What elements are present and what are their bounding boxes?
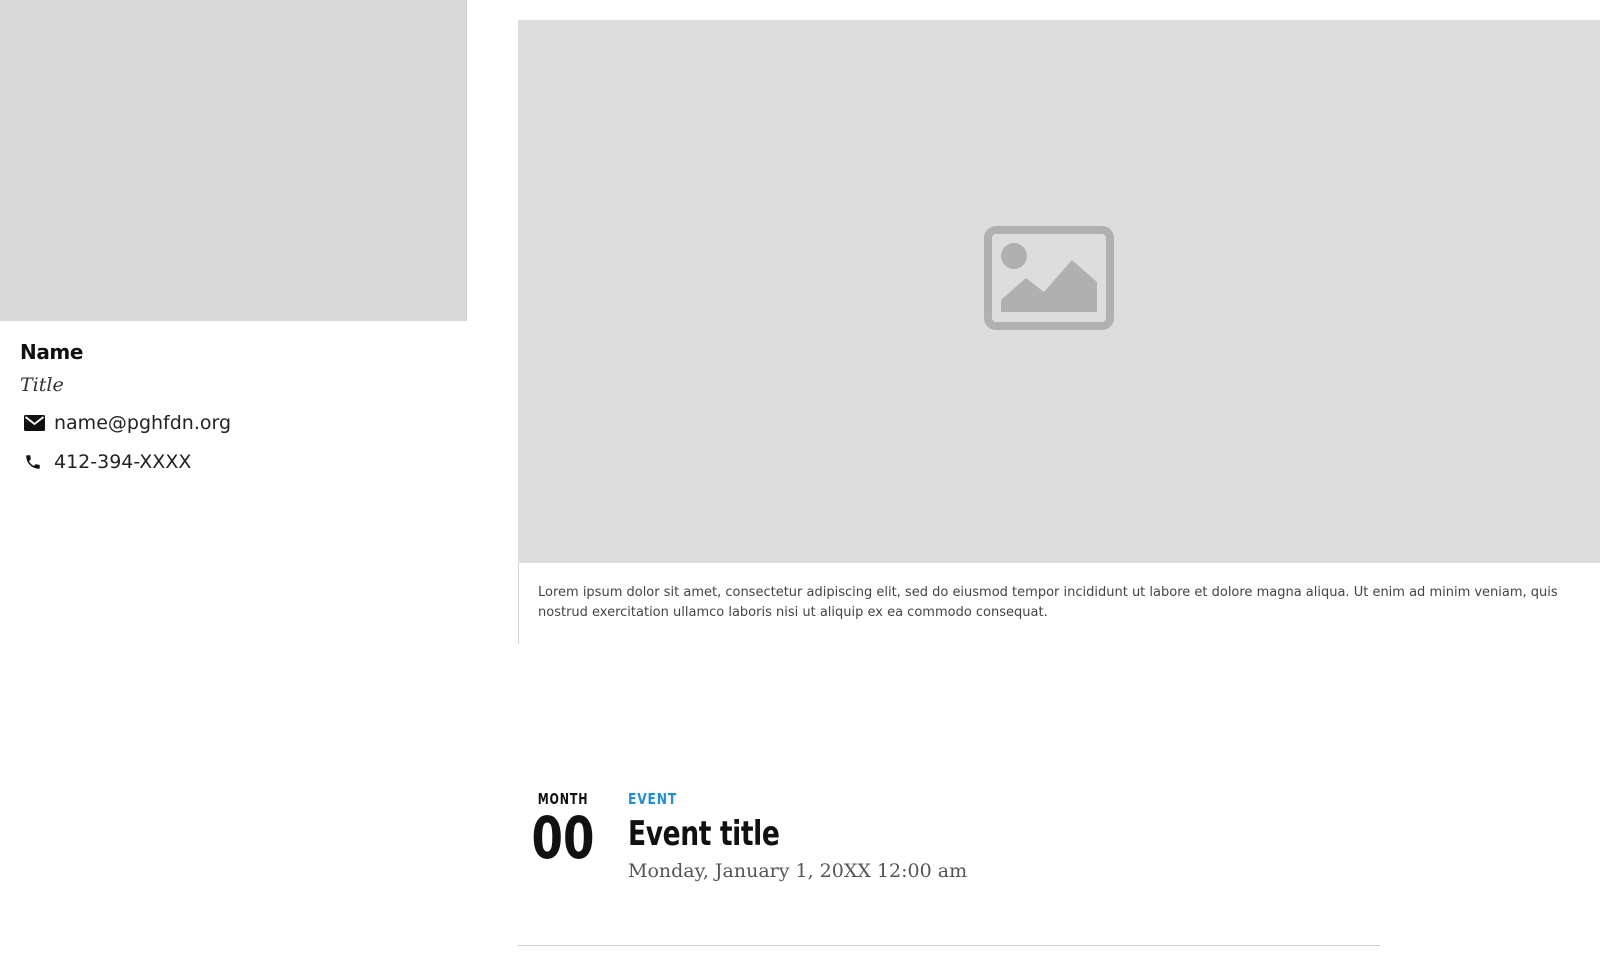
event-divider (518, 945, 1380, 946)
image-placeholder-icon (984, 226, 1114, 335)
event-title-link[interactable]: Event title (628, 814, 892, 854)
staff-name: Name (20, 340, 84, 364)
staff-phone-link[interactable]: 412-394-XXXX (24, 451, 191, 473)
staff-photo-placeholder (0, 0, 467, 321)
event-type-label: EVENT (628, 790, 678, 808)
phone-icon (24, 451, 46, 473)
staff-phone: 412-394-XXXX (54, 451, 192, 473)
staff-title: Title (20, 374, 64, 396)
event-body: EVENT Event title Monday, January 1, 20X… (628, 790, 967, 882)
event-day: 00 (531, 804, 595, 872)
event-date-block: MONTH 00 (518, 790, 608, 870)
envelope-icon (24, 412, 46, 434)
event-datetime: Monday, January 1, 20XX 12:00 am (628, 860, 968, 882)
staff-email-link[interactable]: name@pghfdn.org (24, 412, 231, 434)
page: Name Title name@pghfdn.org 412-394-XXXX (0, 0, 1600, 956)
event-item[interactable]: MONTH 00 EVENT Event title Monday, Janua… (518, 790, 1380, 956)
staff-email: name@pghfdn.org (54, 412, 232, 434)
media-image-placeholder (518, 20, 1600, 563)
media-caption-container: Lorem ipsum dolor sit amet, consectetur … (518, 563, 1600, 644)
media-caption: Lorem ipsum dolor sit amet, consectetur … (538, 585, 1558, 620)
